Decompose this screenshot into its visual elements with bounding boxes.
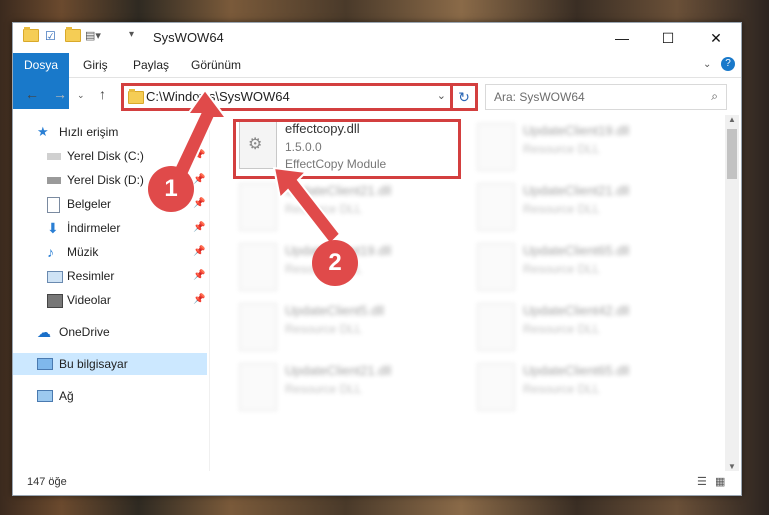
dll-file-icon [477, 183, 515, 231]
minimize-button[interactable]: — [599, 23, 645, 53]
refresh-icon: ↻ [458, 89, 470, 105]
window-title: SysWOW64 [153, 30, 224, 45]
file-item[interactable]: UpdateClient65.dll Resource DLL [477, 363, 697, 419]
sidebar-item-pictures[interactable]: Resimler 📌 [13, 265, 207, 287]
sidebar-item-videos[interactable]: Videolar 📌 [13, 289, 207, 311]
details-view-icon[interactable]: ☰ [697, 475, 707, 488]
document-icon [47, 197, 60, 213]
properties-icon[interactable]: ☑ [45, 29, 56, 43]
sidebar-item-onedrive[interactable]: ☁ OneDrive [13, 321, 207, 343]
dll-file-icon [239, 303, 277, 351]
up-arrow-icon[interactable]: ↑ [99, 86, 106, 102]
dll-file-icon [477, 363, 515, 411]
customize-toolbar-icon[interactable]: ▾ [129, 29, 134, 40]
computer-icon [37, 358, 53, 370]
address-row: ← → ⌄ ↑ C:\Windows\SysWOW64 ⌄ ↻ Ara: Sys… [13, 78, 741, 112]
dll-file-icon [477, 123, 515, 171]
scroll-up-icon[interactable]: ▲ [728, 115, 736, 124]
close-button[interactable]: ✕ [693, 23, 739, 53]
recent-dropdown-icon[interactable]: ⌄ [77, 90, 85, 101]
back-arrow-icon[interactable]: ← [25, 86, 39, 102]
file-item[interactable]: UpdateClient65.dll Resource DLL [477, 243, 697, 299]
drive-icon [47, 153, 61, 160]
dll-file-icon [477, 243, 515, 291]
pin-icon[interactable]: 📌 [193, 241, 205, 263]
tab-share[interactable]: Paylaş [133, 53, 169, 77]
file-item[interactable]: UpdateClient21.dll Resource DLL [239, 363, 459, 419]
scroll-down-icon[interactable]: ▼ [728, 462, 736, 471]
star-icon: ★ [37, 124, 49, 139]
file-item[interactable]: UpdateClient42.dll Resource DLL [477, 303, 697, 359]
search-placeholder: Ara: SysWOW64 [494, 90, 585, 104]
forward-arrow-icon[interactable]: → [53, 86, 67, 102]
picture-icon [47, 271, 63, 283]
status-bar: 147 öğe ☰ ▦ [13, 473, 741, 493]
file-item[interactable]: UpdateClient21.dll Resource DLL [477, 183, 697, 239]
cloud-icon: ☁ [37, 324, 51, 340]
vertical-scrollbar[interactable]: ▲ ▼ [725, 115, 739, 471]
network-icon [37, 390, 53, 402]
scroll-thumb[interactable] [727, 129, 737, 179]
folder-icon [23, 27, 39, 42]
quick-access-dropdown-icon[interactable]: ▤▾ [85, 29, 101, 42]
sidebar-item-music[interactable]: ♪ Müzik 📌 [13, 241, 207, 263]
sidebar-item-network[interactable]: Ağ [13, 385, 207, 407]
pin-icon[interactable]: 📌 [193, 265, 205, 287]
address-dropdown-icon[interactable]: ⌄ [437, 89, 446, 102]
refresh-button[interactable]: ↻ [450, 83, 478, 111]
pin-icon[interactable]: 📌 [193, 217, 205, 239]
drive-icon [47, 177, 61, 184]
help-button[interactable]: ? [721, 57, 735, 71]
dll-file-icon [239, 363, 277, 411]
ribbon: Dosya Giriş Paylaş Görünüm ⌄ ? [13, 53, 741, 109]
sidebar-item-downloads[interactable]: ⬇ İndirmeler 📌 [13, 217, 207, 239]
folder-icon [128, 89, 144, 107]
file-item[interactable]: UpdateClient19.dll Resource DLL [477, 123, 697, 179]
item-count: 147 öğe [27, 476, 67, 488]
tab-home[interactable]: Giriş [83, 53, 108, 77]
search-input[interactable]: Ara: SysWOW64 ⌕ [485, 84, 727, 110]
pin-icon[interactable]: 📌 [193, 289, 205, 311]
maximize-button[interactable]: ☐ [645, 23, 691, 53]
music-icon: ♪ [47, 244, 54, 260]
search-icon[interactable]: ⌕ [711, 89, 718, 104]
large-icons-view-icon[interactable]: ▦ [715, 475, 725, 488]
download-icon: ⬇ [47, 220, 59, 236]
file-item[interactable]: UpdateClient5.dll Resource DLL [239, 303, 459, 359]
video-icon [47, 294, 63, 308]
sidebar-item-this-pc[interactable]: Bu bilgisayar [13, 353, 207, 375]
tab-view[interactable]: Görünüm [191, 53, 241, 77]
step2-badge: 2 [312, 240, 358, 286]
explorer-window: ☑ ▤▾ ▾ SysWOW64 — ☐ ✕ Dosya Giriş Paylaş… [12, 22, 742, 496]
dll-file-icon [477, 303, 515, 351]
step1-badge: 1 [148, 166, 194, 212]
expand-ribbon-icon[interactable]: ⌄ [703, 53, 711, 77]
title-bar: ☑ ▤▾ ▾ SysWOW64 — ☐ ✕ [13, 23, 741, 53]
new-folder-icon[interactable] [65, 27, 81, 42]
